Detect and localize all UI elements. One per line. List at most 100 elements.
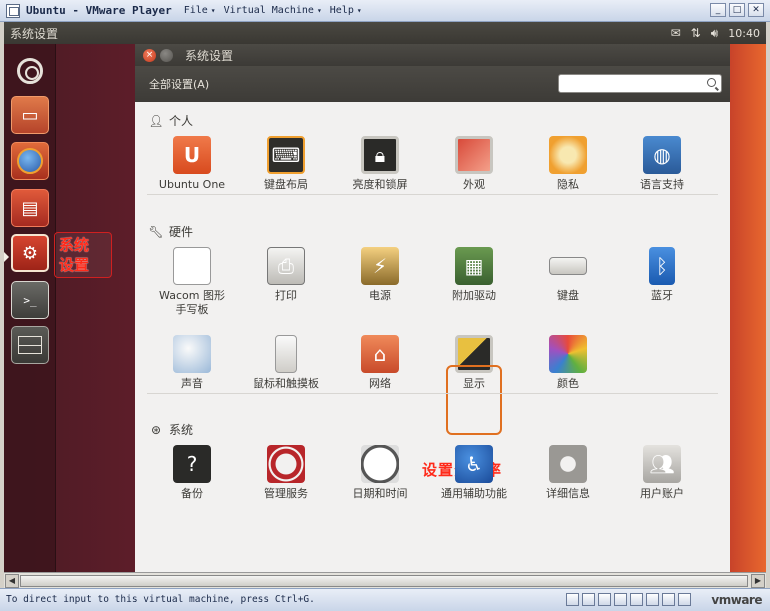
terminal-icon[interactable]: >_ — [11, 281, 49, 319]
message-icon[interactable] — [678, 593, 691, 606]
power-icon: ⚡ — [361, 247, 399, 285]
system-settings-window: × 系统设置 全部设置(A) 👤︎ 个人 U Ubuntu One ⌨ 键盘布局… — [135, 44, 730, 572]
dash-icon[interactable] — [11, 52, 49, 90]
setting-language[interactable]: ◍ 语言支持 — [617, 136, 707, 192]
window-title: 系统设置 — [185, 48, 234, 63]
panel-clock[interactable]: 10:40 — [728, 27, 760, 40]
details-icon — [549, 445, 587, 483]
wrench-icon: 🔧︎ — [148, 224, 164, 239]
menu-file[interactable]: File ▾ — [184, 5, 216, 16]
scroll-left-icon[interactable]: ◀ — [5, 574, 19, 588]
close-button[interactable]: ✕ — [748, 3, 764, 17]
scroll-right-icon[interactable]: ▶ — [751, 574, 765, 588]
setting-drivers[interactable]: ▦ 附加驱动 — [429, 247, 519, 303]
device-icons — [566, 593, 691, 606]
user-accounts-icon: 👥︎ — [643, 445, 681, 483]
vmware-titlebar: Ubuntu - VMware Player File ▾ Virtual Mac… — [0, 0, 770, 22]
setting-backup[interactable]: ? 备份 — [147, 445, 237, 501]
section-divider — [147, 393, 718, 394]
section-personal-header: 👤︎ 个人 — [148, 113, 194, 129]
printer-icon: ⎙ — [267, 247, 305, 285]
panel-indicators: ✉ ⇅ 🔊︎ 10:40 — [671, 22, 760, 44]
window-controls: _ □ ✕ — [710, 3, 764, 17]
sound-icon — [173, 335, 211, 373]
settings-titlebar: × 系统设置 — [135, 44, 730, 66]
setting-keyboard[interactable]: 键盘 — [523, 247, 613, 303]
management-icon — [267, 445, 305, 483]
desktop-wallpaper-edge — [730, 44, 766, 572]
setting-appearance[interactable]: 外观 — [429, 136, 519, 192]
network-icon[interactable]: ⇅ — [691, 26, 701, 40]
desktop: ▭ ▤ ⚙ >_ 系统 设置 × 系统设置 全部设置(A) 👤︎ 个人 U Ub… — [4, 44, 766, 572]
menu-virtual-machine[interactable]: Virtual Machine ▾ — [224, 5, 322, 16]
close-icon[interactable]: × — [143, 48, 156, 62]
hard-disk-icon[interactable] — [566, 593, 579, 606]
settings-toolbar: 全部设置(A) — [135, 66, 730, 102]
setting-user-accounts[interactable]: 👥︎ 用户账户 — [617, 445, 707, 501]
all-settings-button[interactable]: 全部设置(A) — [149, 76, 209, 92]
firefox-icon[interactable] — [11, 142, 49, 180]
bluetooth-icon: ᛒ — [649, 247, 675, 285]
chevron-down-icon: ▾ — [356, 6, 362, 15]
setting-network[interactable]: ⌂ 网络 — [335, 335, 425, 391]
accessibility-icon: ♿︎ — [455, 445, 493, 483]
setting-management[interactable]: 管理服务 — [241, 445, 331, 501]
chevron-down-icon: ▾ — [316, 6, 322, 15]
setting-details[interactable]: 详细信息 — [523, 445, 613, 501]
scrollbar-thumb[interactable] — [20, 575, 748, 587]
network-adapter-icon[interactable] — [614, 593, 627, 606]
software-center-icon[interactable]: ▤ — [11, 189, 49, 227]
vmware-app-icon — [6, 3, 20, 18]
search-input[interactable] — [563, 75, 703, 92]
minimize-icon[interactable] — [160, 48, 173, 62]
display-highlight-annotation — [446, 365, 502, 435]
setting-datetime[interactable]: ⌚︎ 日期和时间 — [335, 445, 425, 501]
maximize-button[interactable]: □ — [729, 3, 745, 17]
files-icon[interactable]: ▭ — [11, 96, 49, 134]
setting-bluetooth[interactable]: ᛒ 蓝牙 — [617, 247, 707, 303]
vmware-window-title: Ubuntu - VMware Player — [26, 4, 172, 17]
setting-keyboard-layout[interactable]: ⌨ 键盘布局 — [241, 136, 331, 192]
system-settings-icon[interactable]: ⚙ — [11, 234, 49, 272]
printer-device-icon[interactable] — [662, 593, 675, 606]
setting-color[interactable]: 颜色 — [523, 335, 613, 391]
color-icon — [549, 335, 587, 373]
sound-card-icon[interactable] — [646, 593, 659, 606]
menu-help[interactable]: Help ▾ — [330, 5, 362, 16]
minimize-button[interactable]: _ — [710, 3, 726, 17]
setting-ubuntu-one[interactable]: U Ubuntu One — [147, 136, 237, 192]
search-field[interactable] — [558, 74, 722, 93]
setting-power[interactable]: ⚡ 电源 — [335, 247, 425, 303]
privacy-icon — [549, 136, 587, 174]
network-settings-icon: ⌂ — [361, 335, 399, 373]
ubuntu-top-panel: 系统设置 ✉ ⇅ 🔊︎ 10:40 — [4, 22, 766, 44]
drivers-icon: ▦ — [455, 247, 493, 285]
setting-accessibility[interactable]: ♿︎ 通用辅助功能 — [429, 445, 519, 501]
usb-icon[interactable] — [630, 593, 643, 606]
search-icon[interactable] — [707, 78, 716, 87]
section-hardware-header: 🔧︎ 硬件 — [148, 224, 194, 240]
setting-wacom[interactable]: ✎ Wacom 图形 手写板 — [147, 247, 237, 317]
setting-mouse[interactable]: 鼠标和触摸板 — [241, 335, 331, 391]
keyboard-layout-icon: ⌨ — [267, 136, 305, 174]
floppy-icon[interactable] — [598, 593, 611, 606]
setting-sound[interactable]: 声音 — [147, 335, 237, 391]
person-icon: 👤︎ — [148, 113, 164, 128]
language-icon: ◍ — [643, 136, 681, 174]
vmware-statusbar: To direct input to this virtual machine,… — [0, 588, 770, 611]
keyboard-icon — [549, 257, 587, 275]
vmware-logo: vmware — [711, 593, 762, 607]
brightness-lock-icon: 🔒︎ — [361, 136, 399, 174]
workspace-switcher-icon[interactable] — [11, 326, 49, 364]
panel-app-title: 系统设置 — [10, 26, 59, 41]
clock-icon: ⌚︎ — [361, 445, 399, 483]
setting-privacy[interactable]: 隐私 — [523, 136, 613, 192]
volume-icon[interactable]: 🔊︎ — [711, 26, 719, 41]
section-divider — [147, 194, 718, 195]
active-indicator — [4, 252, 9, 262]
mail-icon[interactable]: ✉ — [671, 26, 681, 40]
setting-brightness-lock[interactable]: 🔒︎ 亮度和锁屏 — [335, 136, 425, 192]
cd-drive-icon[interactable] — [582, 593, 595, 606]
horizontal-scrollbar[interactable]: ◀ ▶ — [4, 572, 766, 588]
setting-printer[interactable]: ⎙ 打印 — [241, 247, 331, 303]
